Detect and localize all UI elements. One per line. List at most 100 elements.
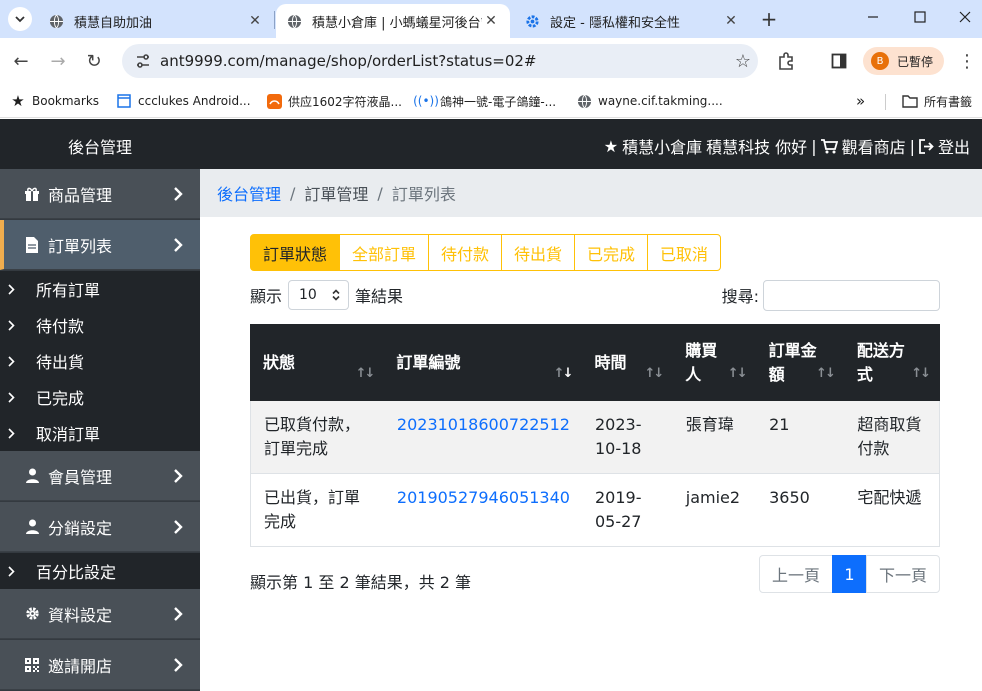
column-header-label: 訂單金 (768, 340, 817, 360)
close-icon[interactable]: ✕ (482, 12, 500, 30)
column-header-status[interactable]: 狀態 ↑↓ (249, 324, 385, 401)
forward-button[interactable]: → (44, 47, 72, 75)
double-chevron-right-icon: » (856, 92, 866, 110)
chevron-right-icon (166, 606, 190, 621)
side-panel-button[interactable] (825, 47, 853, 75)
new-tab-button[interactable]: + (757, 7, 781, 31)
bookmark-item[interactable]: 供应1602字符液晶... (266, 90, 402, 112)
url-text[interactable]: ant9999.com/manage/shop/orderList?status… (160, 52, 728, 70)
view-shop-link[interactable]: 觀看商店 (820, 134, 906, 158)
browser-menu-button[interactable]: ⋮ (953, 47, 981, 75)
back-button[interactable]: ← (7, 47, 35, 75)
brand-title[interactable]: 後台管理 (68, 134, 132, 158)
filter-pending-payment-button[interactable]: 待付款 (428, 234, 502, 271)
reload-button[interactable]: ↻ (80, 47, 108, 75)
bookmark-star-icon[interactable]: ☆ (728, 51, 758, 72)
chevron-right-icon (166, 186, 190, 201)
column-header-order-no[interactable]: 訂單編號 ↑↓ (383, 324, 583, 401)
sort-icon: ↑↓ (644, 366, 664, 381)
column-header-time[interactable]: 時間 ↑↓ (581, 324, 674, 401)
sidebar-subitem-label: 已完成 (36, 389, 85, 408)
sidebar-item-label: 訂單列表 (48, 236, 113, 256)
bookmark-item[interactable]: ccclukes Android... (116, 90, 251, 112)
breadcrumb-separator: / (377, 183, 383, 203)
more-bookmarks-button[interactable]: » (856, 90, 865, 112)
minimize-button[interactable] (858, 4, 888, 30)
chevron-right-icon (166, 468, 190, 483)
sidebar-subitem-label: 取消訂單 (36, 425, 101, 444)
sort-icon: ↑↓ (816, 366, 836, 381)
page-1-button[interactable]: 1 (832, 555, 867, 593)
sidebar-item-products[interactable]: 商品管理 (0, 169, 200, 219)
page-length-value: 10 (299, 287, 317, 303)
cell-amount: 3650 (756, 473, 845, 547)
chevron-right-icon (8, 391, 20, 403)
sidebar-subitem-all-orders[interactable]: 所有訂單 (0, 271, 200, 307)
close-icon[interactable]: ✕ (722, 12, 740, 30)
order-link[interactable]: 20231018600722512 (397, 415, 570, 434)
close-icon[interactable]: ✕ (246, 12, 264, 30)
sidebar-subitem-completed[interactable]: 已完成 (0, 379, 200, 415)
tab-search-button[interactable] (8, 7, 32, 31)
filter-all-orders-button[interactable]: 全部訂單 (339, 234, 429, 271)
cell-time: 2019-05-27 (581, 473, 673, 547)
table-header-row: 狀態 ↑↓ 訂單編號 ↑↓ 時間 ↑↓ 購買 人 ↑↓ 訂單金 額 ↑↓ 配送方… (249, 324, 941, 401)
filter-pending-shipment-button[interactable]: 待出貨 (501, 234, 575, 271)
header-separator: | (909, 136, 915, 156)
bookmark-item[interactable]: wayne.cif.takming.... (576, 90, 723, 112)
all-bookmarks-button[interactable]: 所有書籤 (902, 90, 972, 112)
address-bar[interactable]: ant9999.com/manage/shop/orderList?status… (122, 44, 758, 78)
site-settings-icon[interactable] (132, 54, 154, 68)
header-separator: | (811, 136, 817, 156)
sidebar-item-data-settings[interactable]: 資料設定 (0, 589, 200, 639)
shop-name[interactable]: 積慧小倉庫 (622, 134, 702, 158)
search-input[interactable] (763, 279, 940, 311)
logout-link[interactable]: 登出 (919, 134, 970, 158)
arrow-left-icon: ← (13, 50, 29, 72)
column-header-label: 狀態 (263, 352, 296, 372)
bookmark-label: 供应1602字符液晶... (288, 94, 402, 109)
filter-completed-button[interactable]: 已完成 (574, 234, 648, 271)
filter-cancelled-button[interactable]: 已取消 (647, 234, 721, 271)
maximize-icon (914, 11, 926, 23)
sidebar-item-orders[interactable]: 訂單列表 (0, 220, 200, 270)
table-info-text: 顯示第 1 至 2 筆結果，共 2 筆 (250, 573, 472, 592)
profile-button[interactable]: B 已暫停 (863, 47, 944, 75)
sidebar-subitem-cancelled[interactable]: 取消訂單 (0, 415, 200, 451)
bookmark-item[interactable]: ((•)) 鴿神一號-電子鴿鐘-... (413, 90, 556, 112)
column-header-buyer[interactable]: 購買 人 ↑↓ (672, 324, 757, 401)
page-length-select[interactable]: 10 (288, 280, 350, 310)
browser-tab-3[interactable]: 設定 - 隱私權和安全性 ✕ (514, 4, 750, 38)
sidebar-item-members[interactable]: 會員管理 (0, 451, 200, 501)
sort-icon: ↑↓ (727, 366, 748, 381)
column-header-amount[interactable]: 訂單金 額 ↑↓ (755, 324, 845, 401)
side-panel-icon (831, 53, 847, 69)
sidebar-subitem-pending-payment[interactable]: 待付款 (0, 307, 200, 343)
next-page-button[interactable]: 下一頁 (866, 555, 940, 593)
column-header-shipping[interactable]: 配送方 式 ↑↓ (843, 324, 941, 401)
breadcrumb-home-link[interactable]: 後台管理 (217, 181, 281, 205)
sidebar-subitem-percentage[interactable]: 百分比設定 (0, 553, 200, 589)
filter-order-status-button[interactable]: 訂單狀態 (250, 234, 340, 271)
order-link[interactable]: 20190527946051340 (397, 488, 570, 507)
orders-table: 狀態 ↑↓ 訂單編號 ↑↓ 時間 ↑↓ 購買 人 ↑↓ 訂單金 額 ↑↓ 配送方… (249, 324, 941, 547)
sidebar-item-invite[interactable]: 邀請開店 (0, 640, 200, 690)
order-status-filter-group: 訂單狀態 全部訂單 待付款 待出貨 已完成 已取消 (250, 234, 721, 271)
prev-page-button[interactable]: 上一頁 (759, 555, 833, 593)
cell-order-no: 20190527946051340 (383, 473, 582, 547)
sidebar-subitem-pending-shipment[interactable]: 待出貨 (0, 343, 200, 379)
chevron-right-icon (8, 565, 20, 577)
close-icon (959, 11, 971, 23)
close-window-button[interactable] (950, 4, 980, 30)
star-icon: ★ (603, 136, 619, 156)
sidebar-item-label: 分銷設定 (48, 518, 113, 538)
sidebar-item-distribution[interactable]: 分銷設定 (0, 502, 200, 552)
browser-tab-1[interactable]: 積慧自助加油 ✕ (38, 4, 274, 38)
browser-tab-2[interactable]: 積慧小倉庫 | 小螞蟻星河後台管 ✕ (276, 4, 510, 38)
bookmark-item[interactable]: ★ Bookmarks (10, 90, 99, 112)
maximize-button[interactable] (905, 4, 935, 30)
gear-icon (22, 606, 42, 621)
page-icon (116, 93, 132, 109)
extensions-button[interactable] (772, 47, 800, 75)
browser-tab-title: 積慧小倉庫 | 小螞蟻星河後台管 (312, 15, 482, 31)
